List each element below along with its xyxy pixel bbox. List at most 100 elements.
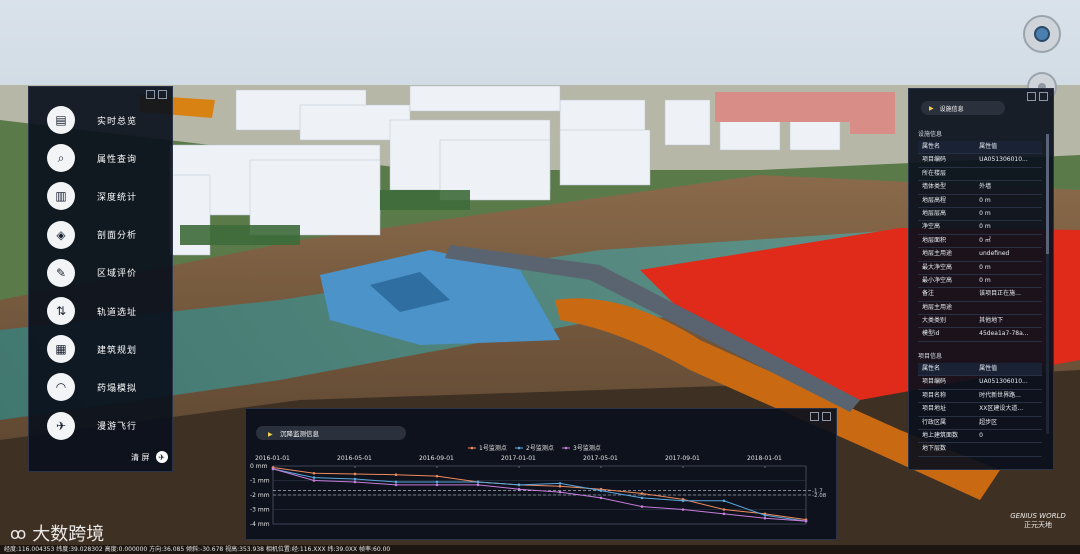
project-attribute-table: 项目信息 属性名 属性值 项目编码 UA051306010... 项目名称 时代新世界… — [918, 351, 1042, 457]
data-point — [558, 490, 562, 494]
table-row: 地上建筑面数 0 — [918, 430, 1042, 444]
menu-item-9[interactable]: ✈ 漫游飞行 — [47, 411, 167, 441]
scrollbar-thumb[interactable] — [1046, 134, 1049, 254]
attribute-value: 0 m — [979, 196, 991, 204]
attribute-value: 其他地下 — [979, 317, 1004, 325]
table-row: 项目编码 UA051306010... — [918, 154, 1042, 168]
panel-scrollbar[interactable] — [1046, 134, 1049, 434]
menu-item-8[interactable]: ◠ 药塌模拟 — [47, 372, 167, 402]
menu-item-6[interactable]: ⇅ 轨道选址 — [47, 296, 167, 326]
attribute-name: 地上建筑面数 — [922, 431, 959, 439]
brand-right-subtext: 正元天地 — [1024, 521, 1052, 529]
x-tick-label: 2017-09-01 — [665, 455, 700, 462]
attribute-value: 0 m — [979, 276, 991, 284]
data-point — [435, 480, 439, 484]
compass-center-icon[interactable] — [1034, 26, 1050, 42]
menu-item-2[interactable]: ⌕ 属性查询 — [47, 143, 167, 173]
restore-icon[interactable] — [146, 90, 155, 99]
menu-item-3[interactable]: ▥ 深度统计 — [47, 181, 167, 211]
menu-item-label: 药塌模拟 — [97, 383, 138, 394]
brand-right-text: GENIUS WORLD — [1010, 512, 1066, 520]
attribute-value: XX区建设大道... — [979, 405, 1024, 413]
attribute-value: 0 — [979, 431, 983, 439]
restore-icon[interactable] — [810, 412, 819, 421]
attribute-value: 超步区 — [979, 418, 998, 426]
x-tick-label: 2016-01-01 — [255, 455, 290, 462]
close-icon[interactable] — [158, 90, 167, 99]
data-point — [558, 482, 562, 485]
settlement-chart-panel: ▶ 沉降监测信息 0 mm -1 mm -2 mm -3 mm -4 mm 2016-01… — [245, 408, 837, 540]
project-table-title: 项目信息 — [918, 353, 943, 360]
attribute-name: 地层面积 — [922, 236, 947, 244]
close-icon[interactable] — [1039, 92, 1048, 101]
legend-marker — [564, 446, 568, 450]
attribute-value: 0 m — [979, 223, 991, 231]
data-point — [722, 499, 726, 503]
table-header-row: 属性名 属性值 — [918, 363, 1042, 377]
play-icon: ▶ — [268, 431, 273, 438]
data-point — [599, 489, 603, 492]
table-row: 墙体类型 外墙 — [918, 181, 1042, 195]
x-tick-label: 2016-05-01 — [337, 455, 372, 462]
y-tick-label: -1 mm — [250, 478, 270, 485]
col-value-header: 属性值 — [979, 143, 998, 150]
facility-table-title: 设施信息 — [918, 131, 943, 138]
close-icon[interactable] — [822, 412, 831, 421]
attribute-name: 地层主用途 — [922, 250, 953, 258]
menu-item-label: 属性查询 — [97, 154, 138, 165]
left-function-menu: ▤ 实时总览 ⌕ 属性查询 ▥ 深度统计 ◈ 剖面分析 ✎ 区域评价 ⇅ 轨道选址 ▦ 建筑规划 ◠ 药塌模拟… — [28, 86, 173, 472]
clear-screen-button[interactable]: 清 屏 ✈ — [131, 451, 168, 463]
x-tick-label: 2016-09-01 — [419, 455, 454, 462]
data-point — [640, 496, 644, 500]
attribute-name: 地下层数 — [922, 445, 947, 453]
facility-attribute-table: 设施信息 属性名 属性值 项目编码 UA051306010... 所在楼层 墙体类型 外… — [918, 129, 1042, 342]
attribute-name: 所在楼层 — [922, 169, 947, 177]
x-tick-label: 2017-05-01 — [583, 455, 618, 462]
dashboard-icon: ▤ — [47, 106, 75, 134]
facility-info-panel: ▶ 设施信息 设施信息 属性名 属性值 项目编码 UA051306010... 所在… — [908, 88, 1054, 470]
data-point — [394, 480, 398, 484]
y-tick-label: -2 mm — [250, 492, 270, 499]
data-point — [312, 479, 316, 482]
table-row: 所在楼层 — [918, 168, 1042, 182]
table-row: 备注 该项目正在施... — [918, 288, 1042, 302]
attribute-name: 行政区属 — [922, 418, 947, 426]
menu-item-5[interactable]: ✎ 区域评价 — [47, 258, 167, 288]
attribute-name: 项目地址 — [922, 405, 947, 413]
menu-item-label: 轨道选址 — [97, 307, 138, 318]
menu-item-7[interactable]: ▦ 建筑规划 — [47, 334, 167, 364]
coordinate-status-bar: 经度:116.004353 纬度:39.028302 高度:0.000000 方… — [0, 545, 1080, 554]
attribute-name: 净空高 — [922, 223, 941, 231]
play-icon: ▶ — [929, 104, 934, 112]
x-tick-label: 2018-01-01 — [747, 455, 782, 462]
data-point — [599, 496, 603, 500]
data-point — [271, 467, 275, 471]
attribute-value — [975, 443, 1042, 455]
restore-icon[interactable] — [1027, 92, 1036, 101]
property-search-icon: ⌕ — [47, 144, 75, 173]
table-row: 模型id 45dea1a7-78a... — [918, 328, 1042, 342]
menu-item-4[interactable]: ◈ 剖面分析 — [47, 220, 167, 250]
attribute-value: UA051306010... — [979, 378, 1028, 386]
menu-item-1[interactable]: ▤ 实时总览 — [47, 105, 167, 135]
attribute-name: 模型id — [922, 330, 940, 338]
reference-line-label: -2.08 — [812, 493, 827, 499]
plane-icon: ✈ — [47, 411, 75, 440]
facility-panel-title: 设施信息 — [939, 105, 964, 113]
data-point — [476, 480, 480, 484]
col-value-header: 属性值 — [979, 365, 998, 372]
table-row: 项目地址 XX区建设大道... — [918, 403, 1042, 417]
attribute-name: 项目名称 — [922, 391, 947, 399]
data-point — [722, 508, 726, 511]
data-point — [353, 472, 357, 476]
data-point — [722, 512, 726, 516]
table-row: 项目名称 时代新世界路... — [918, 390, 1042, 404]
attribute-name: 大类类别 — [922, 317, 947, 325]
panel-window-controls — [810, 412, 831, 421]
data-point — [353, 480, 357, 484]
compass-control[interactable] — [1023, 15, 1061, 53]
table-row: 项目编码 UA051306010... — [918, 376, 1042, 390]
attribute-value — [975, 168, 1042, 180]
x-tick-label: 2017-01-01 — [501, 455, 536, 462]
attribute-value: 45dea1a7-78a... — [979, 330, 1029, 338]
